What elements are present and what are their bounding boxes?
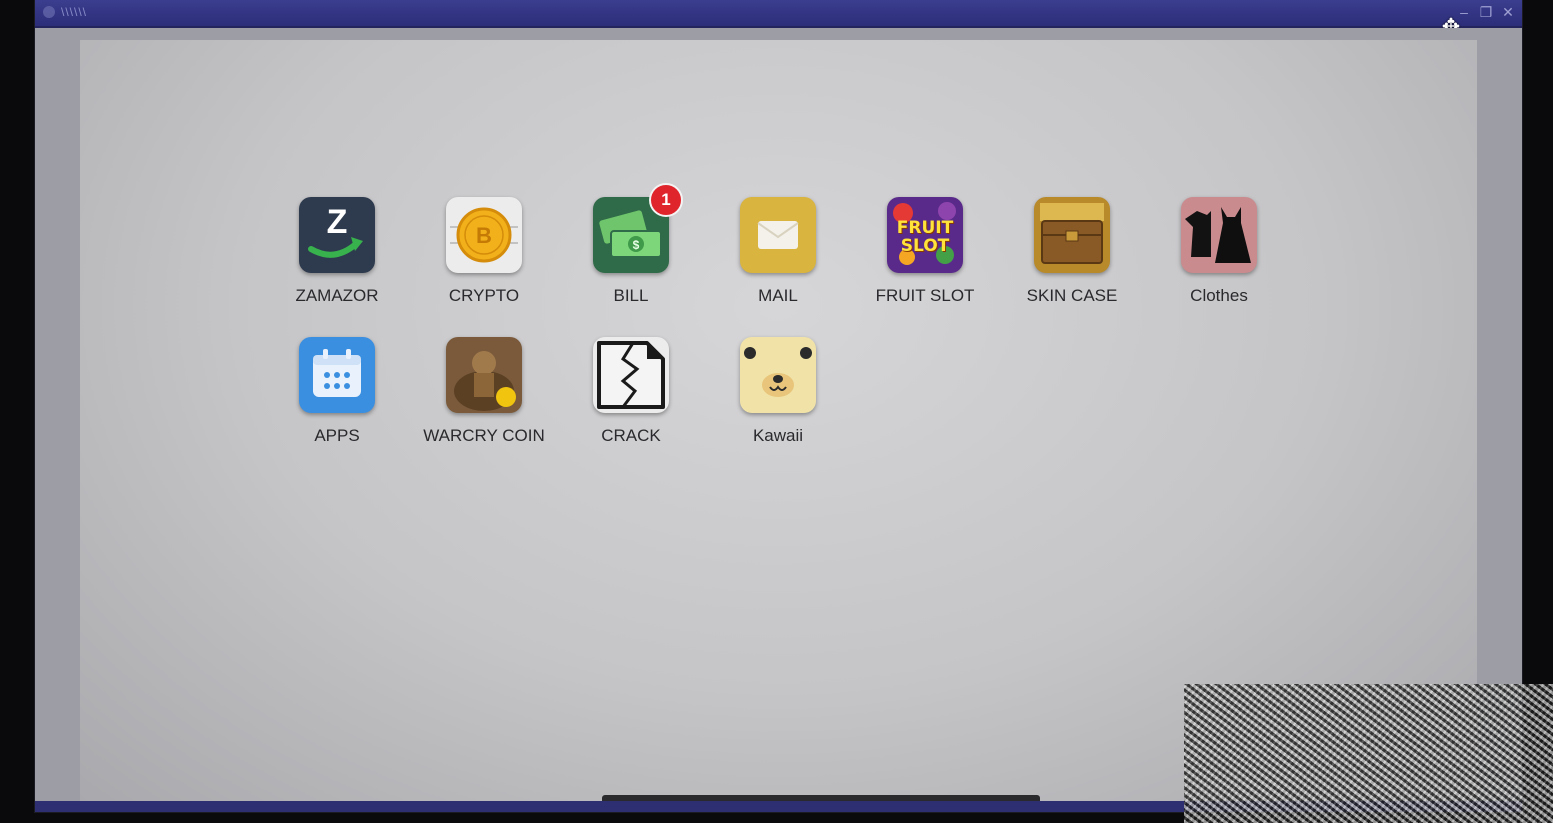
app-crypto[interactable]: B CRYPTO xyxy=(414,197,554,306)
svg-text:B: B xyxy=(476,223,492,248)
window-title: \\\\\\ xyxy=(61,5,88,19)
app-label: APPS xyxy=(314,426,360,445)
app-mail[interactable]: MAIL xyxy=(708,197,848,306)
window-titlebar[interactable]: \\\\\\ – ❐ ✕ xyxy=(35,0,1522,28)
svg-text:$: $ xyxy=(633,238,640,252)
static-noise-overlay xyxy=(1184,684,1553,823)
money-icon: $ 1 xyxy=(593,183,683,273)
app-label: CRACK xyxy=(601,426,661,445)
app-label: Kawaii xyxy=(752,426,804,445)
bitcoin-icon: B xyxy=(446,197,522,273)
fruit-slot-logo: FRUIT SLOT xyxy=(896,218,954,256)
zamazor-icon: Z xyxy=(299,197,375,273)
app-label: Clothes xyxy=(1190,286,1248,305)
svg-text:Z: Z xyxy=(327,203,348,241)
dress-icon xyxy=(1181,197,1257,273)
app-kawaii[interactable]: Kawaii xyxy=(708,337,848,446)
envelope-icon xyxy=(740,197,816,273)
app-fruit-slot[interactable]: FRUIT SLOT FRUIT SLOT xyxy=(855,197,995,306)
close-button[interactable]: ✕ xyxy=(1499,3,1517,21)
bear-icon xyxy=(740,337,816,413)
app-warcry-coin[interactable]: WARCRY COIN xyxy=(414,337,554,446)
warrior-icon xyxy=(446,337,522,413)
cracked-file-icon xyxy=(593,337,669,413)
window-app-icon xyxy=(43,6,55,18)
treasure-chest-icon xyxy=(1034,197,1110,273)
app-label: BILL xyxy=(613,286,649,305)
app-apps[interactable]: APPS xyxy=(267,337,407,446)
app-zamazor[interactable]: Z ZAMAZOR xyxy=(267,197,407,306)
app-label: ZAMAZOR xyxy=(295,286,379,305)
app-label: MAIL xyxy=(758,286,798,305)
fruit-slot-icon: FRUIT SLOT xyxy=(887,197,963,273)
app-label: FRUIT SLOT xyxy=(875,286,975,305)
notification-badge: 1 xyxy=(649,183,683,217)
app-skin-case[interactable]: SKIN CASE xyxy=(1002,197,1142,306)
calendar-icon xyxy=(299,337,375,413)
app-crack[interactable]: CRACK xyxy=(561,337,701,446)
app-clothes[interactable]: Clothes xyxy=(1149,197,1289,306)
app-bill[interactable]: $ 1 BILL xyxy=(561,183,701,306)
app-label: WARCRY COIN xyxy=(423,426,545,445)
app-label: CRYPTO xyxy=(448,286,520,305)
app-label: SKIN CASE xyxy=(1026,286,1118,305)
monitor-bezel: \\\\\\ – ❐ ✕ ✥ Z ZAMAZOR B CRYPTO $ 1 BI… xyxy=(0,0,1553,823)
maximize-button[interactable]: ❐ xyxy=(1477,3,1495,21)
